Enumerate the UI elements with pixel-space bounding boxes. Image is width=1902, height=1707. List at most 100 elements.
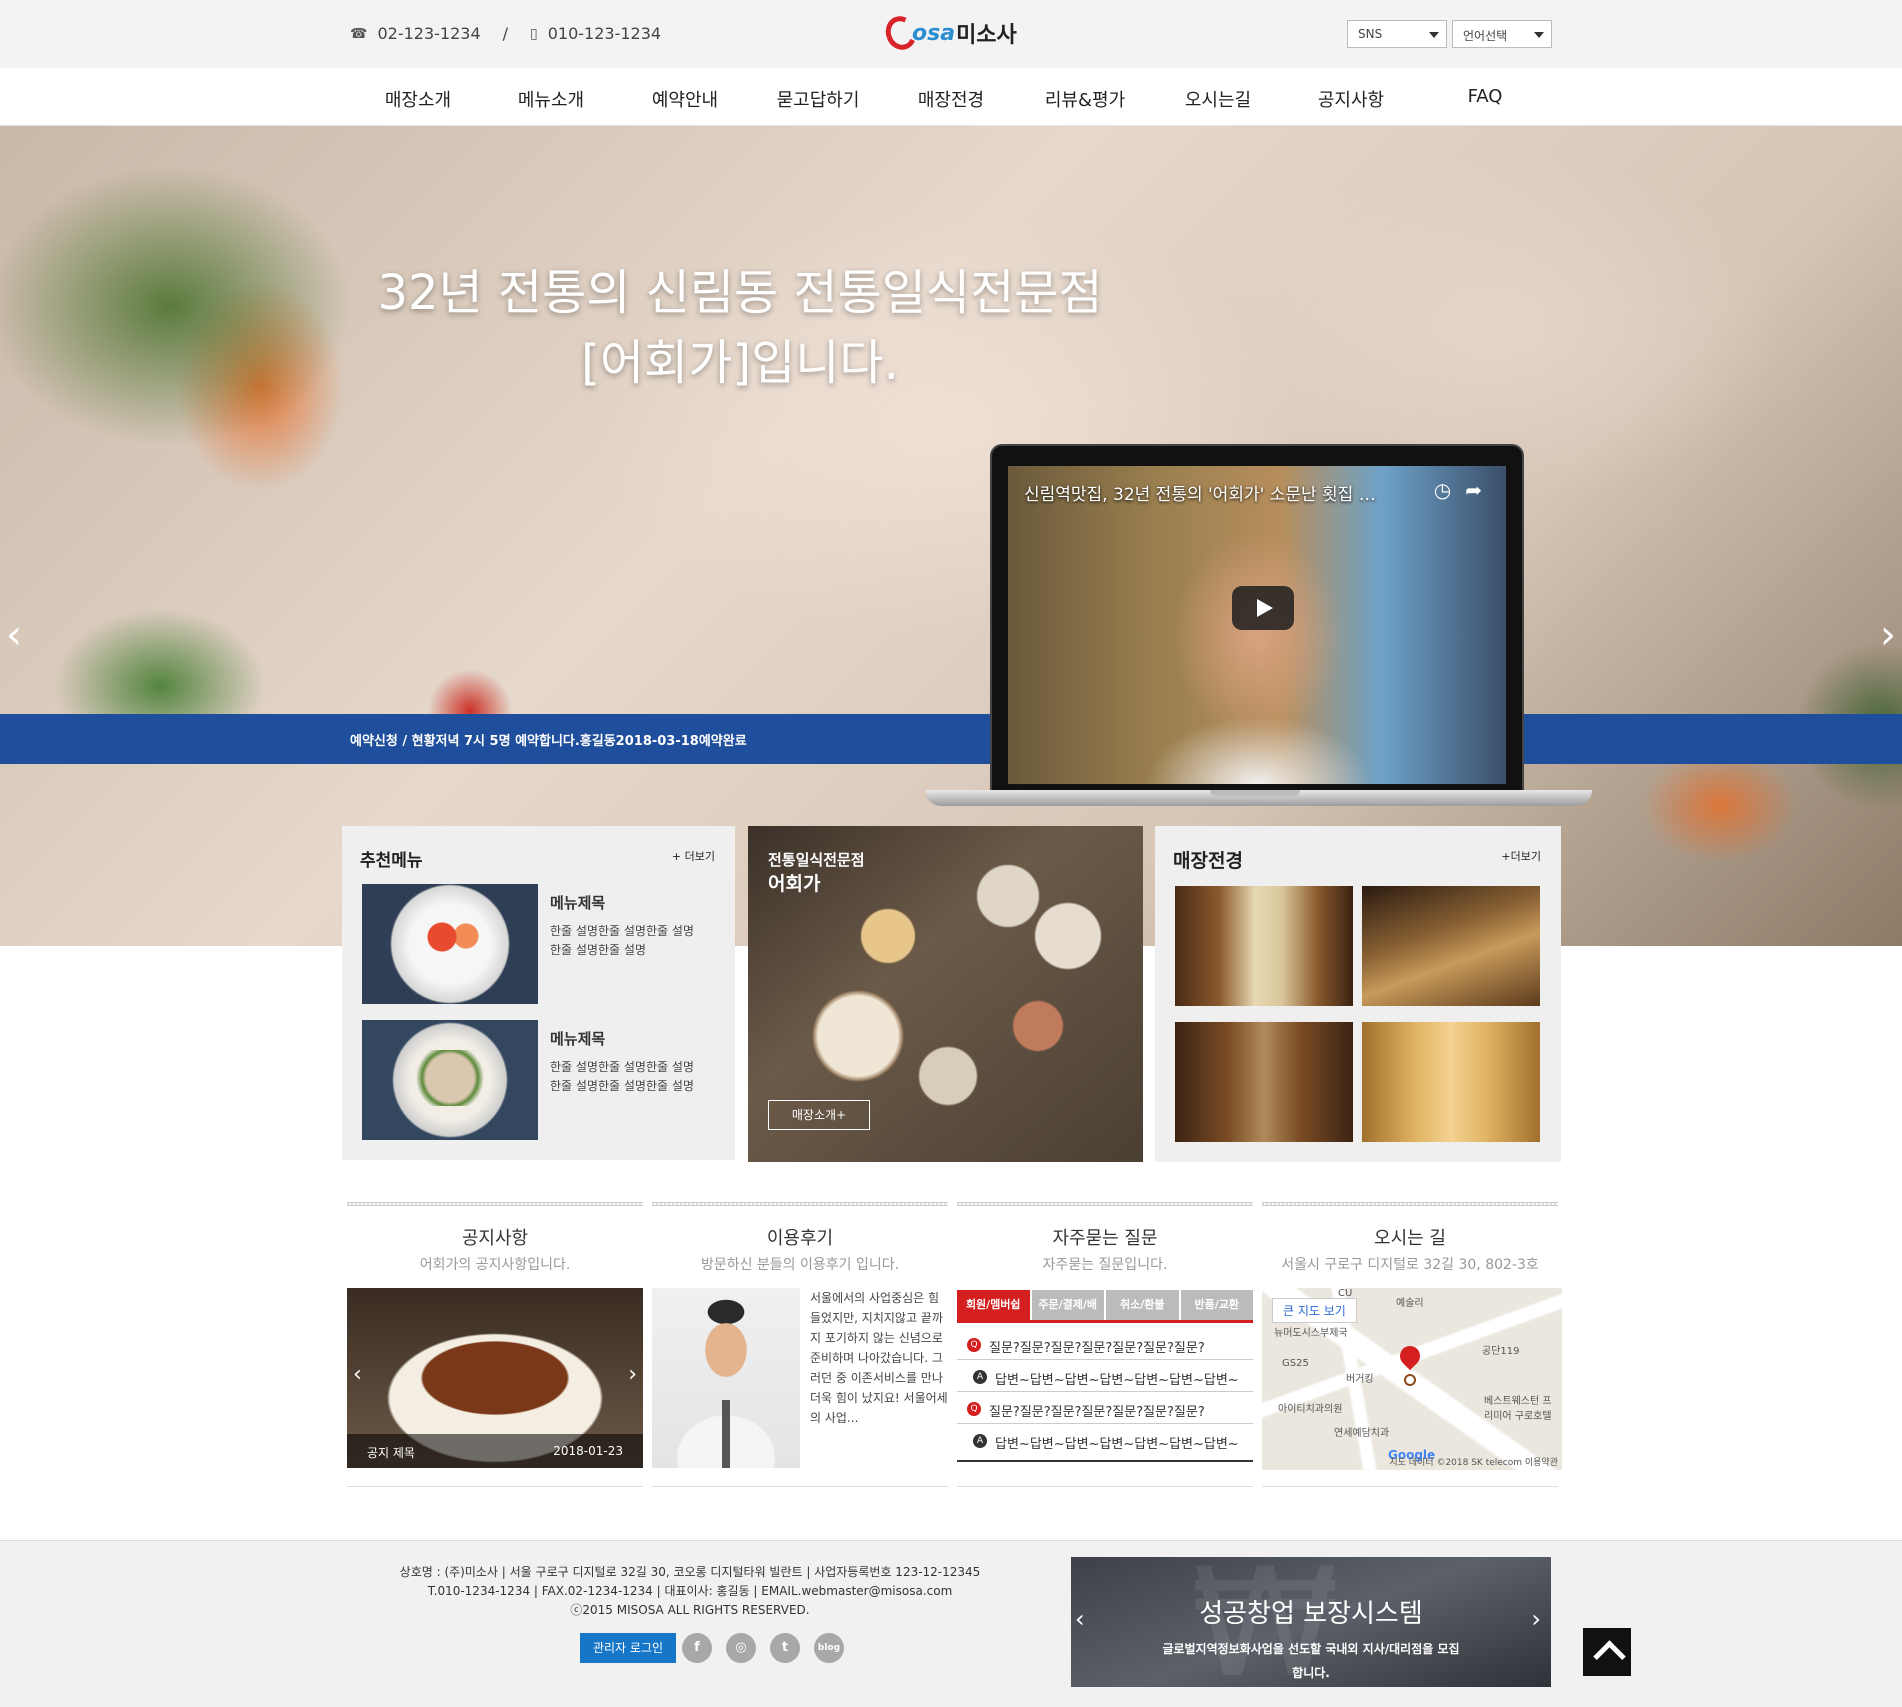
sns-select[interactable]: SNS — [1347, 20, 1447, 48]
feature-title-line: 전통일식전문점 — [768, 851, 865, 869]
section-bottom-rule — [1262, 1486, 1558, 1487]
reservation-ticker: 예약신청 / 현황저녁 7시 5명 예약합니다.홍길동2018-03-18예약완… — [0, 714, 1902, 764]
notice-title[interactable]: 공지사항 — [347, 1224, 643, 1250]
phone-number-2: 010-123-1234 — [547, 24, 662, 43]
reviewer-photo[interactable] — [652, 1288, 800, 1468]
menu-card[interactable]: 메뉴제목 한줄 설명한줄 설명한줄 설명 한줄 설명한줄 설명 — [362, 884, 694, 1004]
location-title[interactable]: 오시는 길 — [1262, 1224, 1558, 1250]
answer-badge-icon: A — [973, 1434, 987, 1448]
nav-item-qna[interactable]: 묻고답하기 — [777, 86, 860, 112]
map-label: 공단119 — [1482, 1346, 1520, 1357]
faq-tab-underline — [957, 1320, 1253, 1323]
faq-answer-row: A 답변~답변~답변~답변~답변~답변~답변~ — [957, 1426, 1253, 1456]
location-map[interactable]: 큰 지도 보기 CU 예술리 뉴머도시스부제국 GS25 버거킹 공단119 아… — [1262, 1288, 1562, 1470]
video-title[interactable]: 신림역맛집, 32년 전통의 '어회가' 소문난 횟집 김... — [1024, 480, 1384, 505]
faq-question-row[interactable]: Q 질문?질문?질문?질문?질문?질문?질문? — [957, 1394, 1253, 1424]
reservation-ticker-text[interactable]: 예약신청 / 현황저녁 7시 5명 예약합니다.홍길동2018-03-18예약완… — [350, 730, 747, 749]
contact-phones: ☎ 02-123-1234 / ▯ 010-123-1234 — [350, 24, 661, 43]
faq-question-row[interactable]: Q 질문?질문?질문?질문?질문?질문?질문? — [957, 1330, 1253, 1360]
banner-next-icon[interactable]: › — [1531, 1605, 1541, 1633]
tab-return-exchange[interactable]: 반품/교환 — [1180, 1290, 1253, 1320]
nav-item-reservation[interactable]: 예약안내 — [652, 86, 718, 112]
store-photo[interactable] — [1362, 886, 1540, 1006]
nav-item-menu-intro[interactable]: 메뉴소개 — [518, 86, 584, 112]
map-label: 아이티치과의원 — [1278, 1404, 1343, 1415]
admin-login-button[interactable]: 관리자 로그인 — [580, 1633, 676, 1663]
review-title[interactable]: 이용후기 — [652, 1224, 948, 1250]
facebook-icon[interactable]: f — [682, 1633, 712, 1663]
video-controls: ◷ ➦ — [1434, 478, 1482, 502]
recommend-menu-title: 추천메뉴 — [360, 851, 423, 871]
notice-slide[interactable]: ‹ › 공지 제목 2018-01-23 — [347, 1288, 643, 1468]
map-label: 버거킹 — [1346, 1374, 1374, 1385]
recommend-menu-panel: 추천메뉴 + 더보기 메뉴제목 한줄 설명한줄 설명한줄 설명 한줄 설명한줄 … — [342, 826, 735, 1160]
feature-title: 전통일식전문점 어회가 — [768, 848, 865, 896]
language-select[interactable]: 언어선택 — [1452, 20, 1552, 48]
question-badge-icon: Q — [967, 1338, 981, 1352]
map-copyright[interactable]: 지도 데이터 ©2018 SK telecom 이용약관 — [1389, 1455, 1558, 1468]
recommend-more-link[interactable]: + 더보기 — [672, 848, 715, 864]
location-address: 서울시 구로구 디지털로 32길 30, 802-3호 — [1281, 1257, 1539, 1273]
map-pin-icon[interactable] — [1395, 1341, 1425, 1371]
hero-next-arrow-icon[interactable]: › — [1880, 612, 1896, 658]
map-label: 연세예담치과 — [1334, 1428, 1390, 1439]
faq-title[interactable]: 자주묻는 질문 — [957, 1224, 1253, 1250]
section-bottom-rule — [957, 1486, 1253, 1487]
site-logo[interactable]: osa 미소사 — [881, 11, 1017, 55]
tab-cancel-refund[interactable]: 취소/환불 — [1106, 1290, 1179, 1320]
store-intro-button[interactable]: 매장소개+ — [768, 1100, 870, 1130]
section-rule — [652, 1202, 948, 1206]
nav-item-store-intro[interactable]: 매장소개 — [385, 86, 451, 112]
instagram-icon[interactable]: ◎ — [726, 1633, 756, 1663]
store-photo[interactable] — [1175, 1022, 1353, 1142]
map-label: 예술리 — [1396, 1298, 1424, 1309]
notice-subtitle: 어회가의 공지사항입니다. — [419, 1257, 571, 1273]
large-map-button[interactable]: 큰 지도 보기 — [1272, 1298, 1357, 1323]
notice-item-title[interactable]: 공지 제목 — [367, 1444, 415, 1461]
logo-mark-icon — [881, 11, 921, 55]
store-view-title: 매장전경 — [1173, 850, 1243, 872]
store-photo[interactable] — [1175, 886, 1353, 1006]
phone-number-1: 02-123-1234 — [377, 24, 481, 43]
store-photo[interactable] — [1362, 1022, 1540, 1142]
nav-item-store-view[interactable]: 매장전경 — [918, 86, 984, 112]
banner-title: 성공창업 보장시스템 — [1199, 1599, 1423, 1629]
menu-description: 한줄 설명한줄 설명한줄 설명 한줄 설명한줄 설명 — [550, 924, 694, 957]
footer: 상호명 : (주)미소사 | 서울 구로구 디지털로 32길 30, 코오롱 디… — [0, 1540, 1902, 1707]
review-text[interactable]: 서울에서의 사업중심은 힘들었지만, 지치지않고 끝까지 포기하지 않는 신념으… — [810, 1288, 948, 1428]
chevron-down-icon — [1534, 32, 1544, 38]
nav-item-faq[interactable]: FAQ — [1468, 86, 1503, 107]
scroll-to-top-button[interactable] — [1583, 1628, 1631, 1676]
language-select-value: 언어선택 — [1463, 29, 1508, 43]
tab-membership[interactable]: 회원/멤버쉽 — [957, 1290, 1030, 1320]
map-label: CU — [1338, 1288, 1353, 1299]
company-info: 상호명 : (주)미소사 | 서울 구로구 디지털로 32길 30, 코오롱 디… — [390, 1563, 990, 1620]
menu-thumbnail[interactable] — [362, 1020, 538, 1140]
feature-photo-panel: 전통일식전문점 어회가 매장소개+ — [748, 826, 1143, 1162]
chevron-left-icon[interactable]: ‹ — [353, 1362, 362, 1387]
tab-order-payment[interactable]: 주문/결제/배 — [1031, 1290, 1104, 1320]
store-more-link[interactable]: +더보기 — [1501, 848, 1541, 864]
sns-select-value: SNS — [1358, 27, 1383, 41]
laptop-video-frame: 신림역맛집, 32년 전통의 '어회가' 소문난 횟집 김... ◷ ➦ — [990, 444, 1524, 794]
nav-item-directions[interactable]: 오시는길 — [1185, 86, 1251, 112]
banner-prev-icon[interactable]: ‹ — [1075, 1605, 1085, 1633]
faq-question-text[interactable]: 질문?질문?질문?질문?질문?질문?질문? — [989, 1337, 1205, 1356]
twitter-icon[interactable]: t — [770, 1633, 800, 1663]
nav-item-reviews[interactable]: 리뷰&평가 — [1045, 86, 1125, 112]
hero-prev-arrow-icon[interactable]: ‹ — [6, 612, 22, 658]
notice-caption: 공지 제목 2018-01-23 — [347, 1434, 643, 1468]
clock-icon[interactable]: ◷ — [1434, 478, 1451, 502]
menu-card[interactable]: 메뉴제목 한줄 설명한줄 설명한줄 설명 한줄 설명한줄 설명한줄 설명 — [362, 1020, 694, 1140]
franchise-banner[interactable]: 성공창업 보장시스템 글로벌지역정보화사업을 선도할 국내외 지사/대리점을 모… — [1071, 1557, 1551, 1687]
faq-question-text[interactable]: 질문?질문?질문?질문?질문?질문?질문? — [989, 1401, 1205, 1420]
blog-icon[interactable]: blog — [814, 1633, 844, 1663]
chevron-right-icon[interactable]: › — [628, 1362, 637, 1387]
menu-thumbnail[interactable] — [362, 884, 538, 1004]
faq-answer-row: A 답변~답변~답변~답변~답변~답변~답변~ — [957, 1362, 1253, 1392]
phone-icon: ☎ — [350, 25, 368, 42]
share-icon[interactable]: ➦ — [1465, 478, 1482, 502]
video-player[interactable]: 신림역맛집, 32년 전통의 '어회가' 소문난 횟집 김... ◷ ➦ — [1008, 466, 1506, 784]
play-button[interactable] — [1232, 586, 1294, 630]
nav-item-notice[interactable]: 공지사항 — [1318, 86, 1384, 112]
